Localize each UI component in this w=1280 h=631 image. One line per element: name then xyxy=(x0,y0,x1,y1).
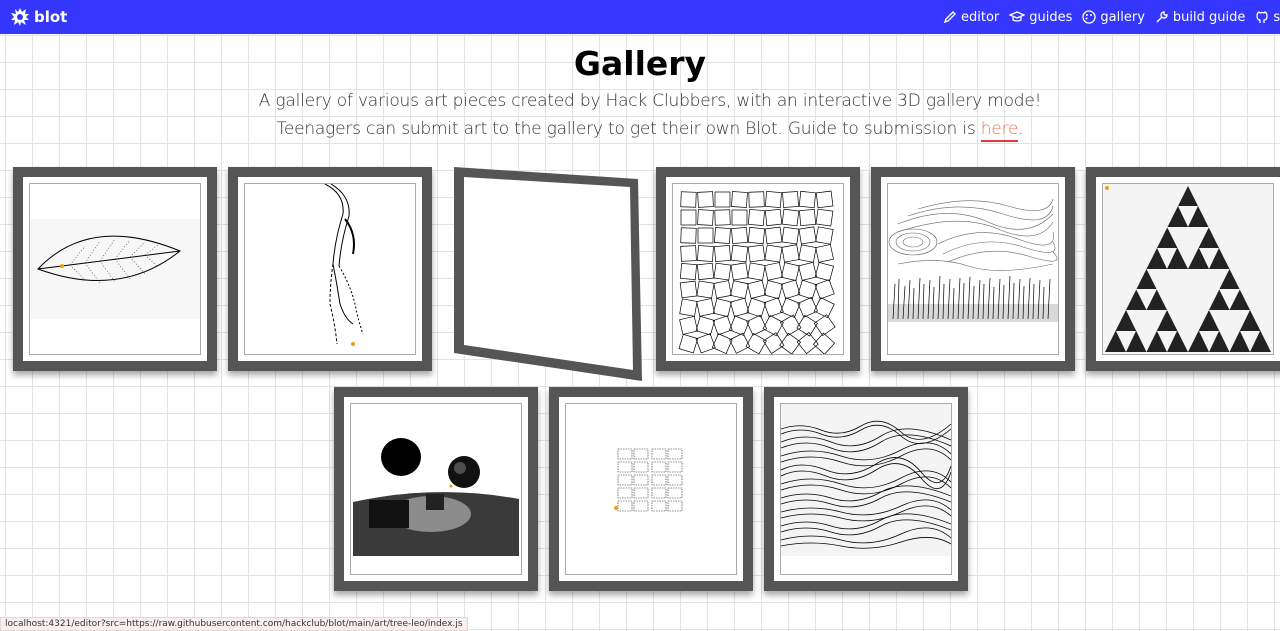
nav-links: editor guides gallery build guide source xyxy=(943,0,1280,34)
nav-editor-label: editor xyxy=(961,9,1000,25)
nav-build-guide-label: build guide xyxy=(1172,9,1246,25)
wrench-icon xyxy=(1156,11,1168,23)
submission-note-text: Teenagers can submit art to the gallery … xyxy=(276,119,981,139)
palette-icon xyxy=(1082,10,1097,24)
art-mat xyxy=(1096,177,1280,361)
page-description: A gallery of various art pieces created … xyxy=(258,91,1042,111)
tilted-frame-artwork xyxy=(454,167,642,381)
art-mat xyxy=(881,177,1065,361)
submission-guide-link[interactable]: here xyxy=(980,119,1018,142)
gallery-item-tilted[interactable] xyxy=(452,167,646,383)
art-mat xyxy=(344,397,528,581)
art-mat xyxy=(666,177,850,361)
nav-guides-label: guides xyxy=(1029,9,1073,25)
brand-logo-link[interactable]: blot xyxy=(10,7,67,27)
pencil-icon xyxy=(943,11,956,24)
graduation-cap-icon xyxy=(1009,11,1026,22)
gallery-item-tree[interactable] xyxy=(228,167,432,371)
nav-editor[interactable]: editor xyxy=(943,10,999,25)
leaf-artwork xyxy=(30,219,200,319)
nav-build-guide[interactable]: build guide xyxy=(1155,10,1245,25)
submission-note: Teenagers can submit art to the gallery … xyxy=(0,119,1280,142)
spheres-artwork xyxy=(353,438,519,556)
art-canvas xyxy=(780,403,952,575)
brand-name: blot xyxy=(34,8,68,26)
wind-field-artwork xyxy=(888,198,1058,322)
gallery-item-wave-lines[interactable] xyxy=(764,387,968,591)
gallery-item-square-grid[interactable] xyxy=(656,167,860,371)
tree-artwork xyxy=(324,184,364,346)
art-mat xyxy=(559,397,743,581)
gallery-item-text-maze[interactable] xyxy=(549,387,753,591)
nav-source-label: source xyxy=(1273,9,1280,25)
gallery-item-sierpinski[interactable] xyxy=(1086,167,1280,371)
art-canvas xyxy=(244,183,416,355)
nav-gallery[interactable]: gallery xyxy=(1082,9,1145,25)
art-canvas xyxy=(29,183,201,355)
gallery-item-spheres[interactable] xyxy=(334,387,538,591)
art-canvas xyxy=(887,183,1059,355)
art-mat xyxy=(23,177,207,361)
square-grid-artwork xyxy=(678,190,836,354)
sierpinski-artwork xyxy=(1103,184,1273,354)
page-title: Gallery xyxy=(573,44,707,83)
link-status-bar: localhost:4321/editor?src=https://raw.gi… xyxy=(0,617,468,631)
art-mat xyxy=(238,177,422,361)
submission-note-period: . xyxy=(1018,119,1024,139)
github-icon xyxy=(1256,11,1268,23)
nav-gallery-label: gallery xyxy=(1100,9,1145,25)
blot-splat-icon xyxy=(11,8,29,26)
text-maze-artwork xyxy=(614,448,683,512)
art-canvas xyxy=(672,183,844,355)
nav-source[interactable]: source xyxy=(1255,10,1280,25)
nav-guides[interactable]: guides xyxy=(1009,10,1072,25)
art-canvas xyxy=(350,403,522,575)
art-canvas xyxy=(1102,183,1274,355)
top-navbar: blot editor guides gallery build guide s… xyxy=(0,0,1280,34)
wave-lines-artwork xyxy=(781,404,951,556)
art-canvas xyxy=(565,403,737,575)
gallery-item-leaf[interactable] xyxy=(13,167,217,371)
art-mat xyxy=(774,397,958,581)
gallery-item-wind-field[interactable] xyxy=(871,167,1075,371)
